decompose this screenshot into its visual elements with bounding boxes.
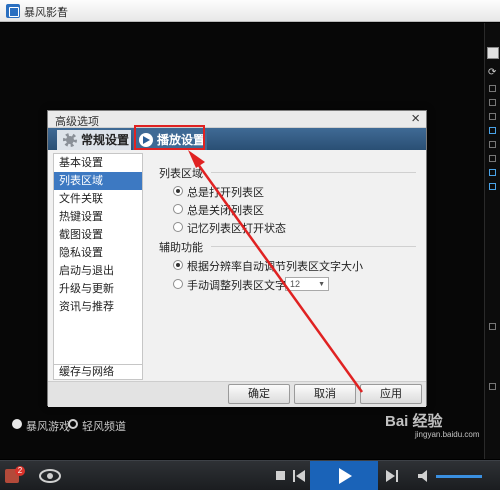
font-size-select[interactable]: 12 ▼ bbox=[285, 277, 329, 291]
watermark-subtext: jingyan.baidu.com bbox=[415, 430, 480, 439]
notification-badge: 2 bbox=[15, 466, 25, 476]
section-divider bbox=[211, 172, 416, 173]
radio-circle-icon bbox=[173, 186, 183, 196]
playlist-item-icon[interactable] bbox=[489, 127, 496, 134]
sidebar-item-screenshot[interactable]: 截图设置 bbox=[54, 226, 142, 244]
tab-general-settings[interactable]: 常规设置 bbox=[57, 130, 131, 150]
settings-sidebar: 基本设置 列表区域 文件关联 热键设置 截图设置 隐私设置 启动与退出 升级与更… bbox=[53, 153, 143, 379]
sidebar-item-news[interactable]: 资讯与推荐 bbox=[54, 298, 142, 316]
section-divider bbox=[211, 246, 416, 247]
dialog-button-bar: 确定 取消 应用 bbox=[48, 381, 426, 407]
radio-label: 记忆列表区打开状态 bbox=[187, 223, 286, 235]
play-button[interactable] bbox=[310, 461, 378, 490]
chevron-down-icon: ▼ bbox=[318, 281, 325, 288]
dialog-tab-bar: 常规设置 播放设置 bbox=[48, 128, 426, 150]
playlist-item-icon[interactable] bbox=[489, 169, 496, 176]
tab-label: 播放设置 bbox=[157, 133, 206, 147]
playlist-item-icon[interactable] bbox=[489, 85, 496, 92]
ok-button[interactable]: 确定 bbox=[228, 384, 290, 404]
sidebar-item-update[interactable]: 升级与更新 bbox=[54, 280, 142, 298]
apply-button[interactable]: 应用 bbox=[360, 384, 422, 404]
settings-content: 列表区域 总是打开列表区 总是关闭列表区 记忆列表区打开状态 辅助功能 根据分辨… bbox=[149, 153, 421, 379]
playlist-item-icon[interactable] bbox=[489, 99, 496, 106]
previous-icon[interactable] bbox=[293, 470, 305, 482]
link-label: 轻风频道 bbox=[82, 421, 126, 433]
radio-circle-icon bbox=[173, 222, 183, 232]
playlist-item-icon[interactable] bbox=[489, 155, 496, 162]
radio-label: 总是打开列表区 bbox=[187, 187, 264, 199]
playlist-item-icon[interactable] bbox=[489, 323, 496, 330]
leaf-icon bbox=[68, 419, 78, 429]
sidebar-item-basic[interactable]: 基本设置 bbox=[54, 154, 142, 172]
playlist-item-icon[interactable] bbox=[489, 113, 496, 120]
dialog-title-bar: 高级选项 × bbox=[48, 110, 426, 128]
dialog-title: 高级选项 bbox=[55, 116, 99, 128]
section-title-list-area: 列表区域 bbox=[159, 168, 203, 180]
radio-label: 根据分辨率自动调节列表区文字大小 bbox=[187, 261, 363, 273]
play-circle-icon bbox=[139, 133, 153, 147]
sidebar-item-file-association[interactable]: 文件关联 bbox=[54, 190, 142, 208]
radio-circle-icon bbox=[173, 279, 183, 289]
volume-icon[interactable] bbox=[418, 469, 432, 483]
refresh-icon[interactable]: ⟳ bbox=[488, 67, 496, 78]
radio-label: 总是关闭列表区 bbox=[187, 205, 264, 217]
playlist-item-icon[interactable] bbox=[489, 383, 496, 390]
watermark: Bai 经验 jingyan.baidu.com bbox=[385, 410, 479, 439]
gear-icon bbox=[63, 133, 77, 147]
sidebar-item-list-area[interactable]: 列表区域 bbox=[54, 172, 142, 190]
tab-label: 常规设置 bbox=[81, 133, 130, 147]
app-logo-icon bbox=[6, 4, 20, 18]
volume-slider[interactable] bbox=[436, 475, 482, 478]
link-games[interactable]: 暴风游戏 bbox=[12, 418, 70, 434]
playlist-search-input[interactable] bbox=[487, 47, 499, 59]
sidebar-item-hotkeys[interactable]: 热键设置 bbox=[54, 208, 142, 226]
watermark-text: Bai 经验 bbox=[385, 413, 443, 430]
radio-circle-icon bbox=[173, 260, 183, 270]
game-icon bbox=[12, 419, 22, 429]
sidebar-item-cache-network[interactable]: 缓存与网络 bbox=[53, 364, 143, 380]
link-channel[interactable]: 轻风频道 bbox=[68, 418, 126, 434]
link-label: 暴风游戏 bbox=[26, 421, 70, 433]
next-icon[interactable] bbox=[386, 470, 398, 482]
sidebar-item-startup-exit[interactable]: 启动与退出 bbox=[54, 262, 142, 280]
sidebar-item-privacy[interactable]: 隐私设置 bbox=[54, 244, 142, 262]
cancel-button[interactable]: 取消 bbox=[294, 384, 356, 404]
section-title-aux: 辅助功能 bbox=[159, 242, 203, 254]
title-bar: 暴风影音 ▼ bbox=[0, 0, 500, 22]
close-icon[interactable]: × bbox=[411, 110, 420, 127]
playlist-item-icon[interactable] bbox=[489, 183, 496, 190]
radio-circle-icon bbox=[173, 204, 183, 214]
stop-icon[interactable] bbox=[276, 471, 285, 480]
control-bar: 2 bbox=[0, 460, 500, 490]
eye-icon[interactable] bbox=[38, 467, 62, 485]
playlist-strip: ⟳ bbox=[484, 23, 500, 459]
font-size-value: 12 bbox=[290, 279, 301, 289]
app-menu-chevron-down-icon[interactable]: ▼ bbox=[57, 5, 65, 14]
tab-playback-settings[interactable]: 播放设置 bbox=[133, 130, 207, 150]
playlist-item-icon[interactable] bbox=[489, 141, 496, 148]
advanced-options-dialog: 高级选项 × 常规设置 播放设置 基本设置 列表区域 文件关联 热键设置 截图设… bbox=[47, 110, 427, 407]
